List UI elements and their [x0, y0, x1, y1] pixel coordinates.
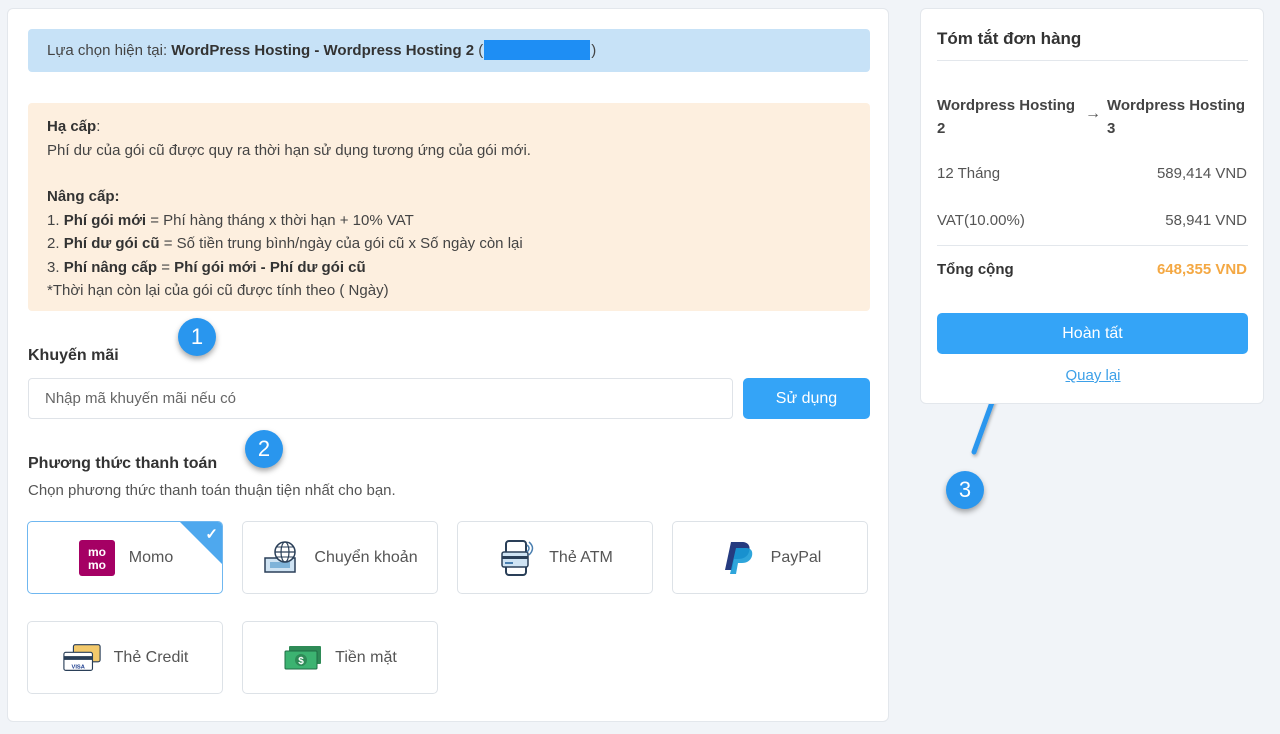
payment-title: Phương thức thanh toán [28, 455, 218, 472]
arrow-right-icon: → [1085, 105, 1101, 122]
payment-option-atm[interactable]: Thẻ ATM [457, 521, 653, 594]
promo-title: Khuyến mãi [28, 347, 119, 364]
checkout-panel: Lựa chọn hiện tại: WordPress Hosting - W… [7, 8, 889, 722]
summary-title: Tóm tắt đơn hàng [937, 29, 1082, 48]
selection-product: WordPress Hosting - Wordpress Hosting 2 [171, 42, 475, 59]
svg-text:$: $ [298, 656, 304, 667]
promo-code-input[interactable] [28, 378, 733, 419]
svg-text:VISA: VISA [71, 664, 84, 670]
back-link[interactable]: Quay lại [921, 367, 1265, 384]
finish-button[interactable]: Hoàn tất [937, 313, 1248, 354]
upgrade-title: Nâng cấp: [47, 188, 120, 205]
divider [937, 245, 1248, 246]
payment-option-paypal[interactable]: PayPal [672, 521, 868, 594]
payment-label: Tiền mặt [335, 648, 397, 666]
atm-card-icon [497, 539, 537, 577]
payment-option-credit[interactable]: VISA Thẻ Credit [27, 621, 223, 694]
credit-card-icon: VISA [62, 639, 102, 677]
step-badge-3: 3 [946, 471, 984, 509]
open-paren: ( [478, 42, 484, 59]
term-label: 12 Tháng [937, 165, 1001, 182]
vat-label: VAT(10.00%) [937, 212, 1025, 229]
svg-text:mo: mo [88, 545, 106, 559]
downgrade-text: Phí dư của gói cũ được quy ra thời hạn s… [47, 141, 531, 159]
payment-subtitle: Chọn phương thức thanh toán thuận tiện n… [28, 482, 396, 499]
upgrade-note: *Thời hạn còn lại của gói cũ được tính t… [47, 282, 389, 299]
bank-transfer-icon [262, 539, 302, 577]
payment-label: Thẻ ATM [549, 548, 613, 566]
close-paren: ) [591, 42, 597, 59]
paypal-icon [719, 539, 759, 577]
selection-label: Lựa chọn hiện tại: [47, 42, 168, 59]
payment-label: Chuyển khoản [314, 548, 418, 566]
plan-from: Wordpress Hosting 2 [937, 97, 1076, 137]
total-label: Tổng cộng [937, 261, 1014, 278]
plan-to: Wordpress Hosting 3 [1107, 97, 1246, 137]
payment-label: Thẻ Credit [113, 648, 189, 666]
momo-icon: mo mo [77, 539, 117, 577]
payment-option-cash[interactable]: $ Tiền mặt [242, 621, 438, 694]
cash-icon: $ [283, 639, 323, 677]
order-summary-panel: Tóm tắt đơn hàng Wordpress Hosting 2 → W… [920, 8, 1264, 404]
payment-option-momo[interactable]: mo mo Momo ✓ [27, 521, 223, 594]
downgrade-title: Hạ cấp [47, 118, 97, 135]
payment-label: Momo [128, 548, 174, 566]
current-selection-bar: Lựa chọn hiện tại: WordPress Hosting - W… [28, 29, 870, 72]
step-badge-1: 1 [178, 318, 216, 356]
payment-option-bank-transfer[interactable]: Chuyển khoản [242, 521, 438, 594]
step-badge-2: 2 [245, 430, 283, 468]
check-icon: ✓ [205, 526, 218, 543]
svg-text:mo: mo [88, 558, 106, 572]
upgrade-line-1: 1. Phí gói mới = Phí hàng tháng x thời h… [47, 211, 414, 229]
redacted-domain [484, 39, 591, 60]
term-value: 589,414 VND [1156, 165, 1247, 182]
upgrade-line-3: 3. Phí nâng cấp = Phí gói mới - Phí dư g… [47, 258, 366, 276]
upgrade-line-2: 2. Phí dư gói cũ = Số tiền trung bình/ng… [47, 235, 523, 252]
pricing-info-box: Hạ cấp: Phí dư của gói cũ được quy ra th… [28, 103, 870, 311]
apply-promo-button[interactable]: Sử dụng [743, 378, 870, 419]
payment-label: PayPal [770, 548, 822, 566]
total-value: 648,355 VND [1156, 261, 1247, 278]
vat-value: 58,941 VND [1165, 212, 1247, 229]
divider [937, 60, 1248, 61]
